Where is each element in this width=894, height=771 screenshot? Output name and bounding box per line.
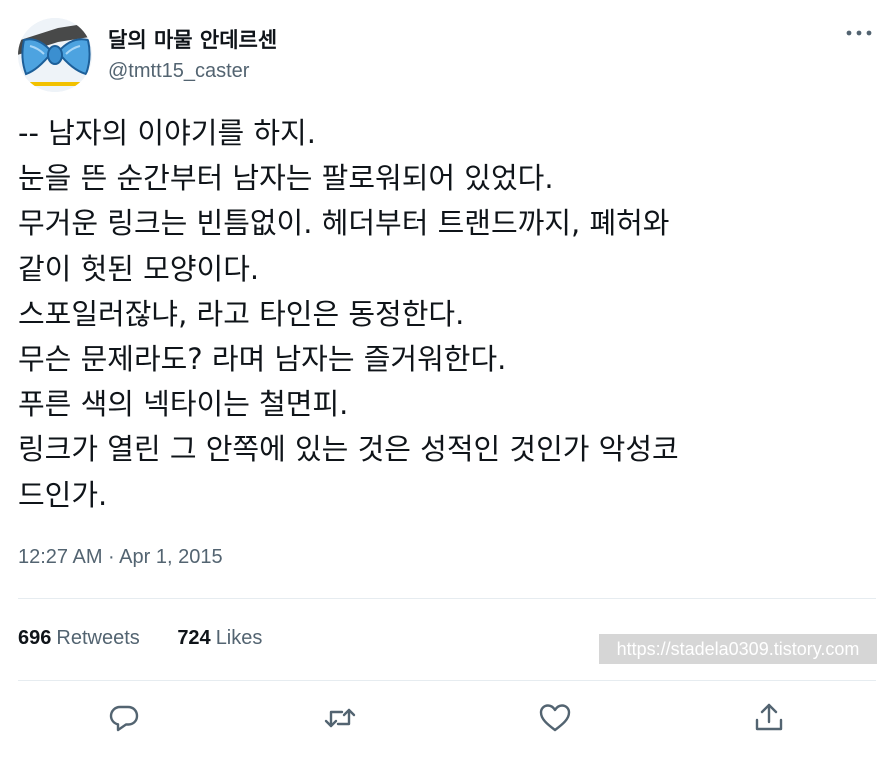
- tweet-line: 같이 헛된 모양이다.: [18, 251, 260, 286]
- avatar[interactable]: [18, 18, 92, 92]
- likes-stat[interactable]: 724 Likes: [177, 627, 262, 649]
- likes-count: 724: [177, 627, 211, 649]
- share-icon: [755, 703, 783, 731]
- more-options-button[interactable]: [844, 22, 874, 44]
- divider: [18, 598, 876, 599]
- retweets-stat[interactable]: 696 Retweets: [18, 627, 140, 649]
- display-name[interactable]: 달의 마물 안데르센: [108, 24, 277, 54]
- tweet-line: 드인가.: [18, 477, 108, 512]
- retweet-button[interactable]: [322, 700, 358, 736]
- reply-icon: [109, 705, 139, 732]
- tweet-line: 푸른 색의 넥타이는 철면피.: [18, 387, 349, 422]
- divider: [18, 680, 876, 681]
- tweet-line: 눈을 뜬 순간부터 남자는 팔로워되어 있었다.: [18, 161, 554, 196]
- tweet-line: -- 남자의 이야기를 하지.: [18, 116, 316, 150]
- more-dots-icon: [846, 30, 872, 36]
- watermark: https://stadela0309.tistory.com: [599, 634, 877, 664]
- retweets-label: Retweets: [56, 627, 140, 649]
- like-button[interactable]: [537, 700, 573, 736]
- like-icon: [539, 704, 571, 732]
- reply-button[interactable]: [106, 700, 142, 736]
- retweets-count: 696: [18, 627, 52, 649]
- user-handle[interactable]: @tmtt15_caster: [108, 60, 249, 83]
- tweet-timestamp[interactable]: 12:27 AM · Apr 1, 2015: [18, 546, 223, 569]
- bow-tie-avatar-image: [18, 18, 92, 92]
- retweet-icon: [324, 708, 356, 728]
- tweet-line: 스포일러잖냐, 라고 타인은 동정한다.: [18, 296, 465, 331]
- share-button[interactable]: [751, 700, 787, 736]
- likes-label: Likes: [215, 627, 263, 649]
- tweet-line: 링크가 열린 그 안쪽에 있는 것은 성적인 것인가 악성코: [18, 432, 679, 467]
- tweet-text: -- 남자의 이야기를 하지. 눈을 뜬 순간부터 남자는 팔로워되어 있었다.…: [18, 111, 878, 518]
- tweet-line: 무거운 링크는 빈틈없이. 헤더부터 트랜드까지, 폐허와: [18, 206, 670, 241]
- tweet-line: 무슨 문제라도? 라며 남자는 즐거워한다.: [18, 342, 507, 377]
- tweet-stats: 696 Retweets 724 Likes: [18, 627, 294, 650]
